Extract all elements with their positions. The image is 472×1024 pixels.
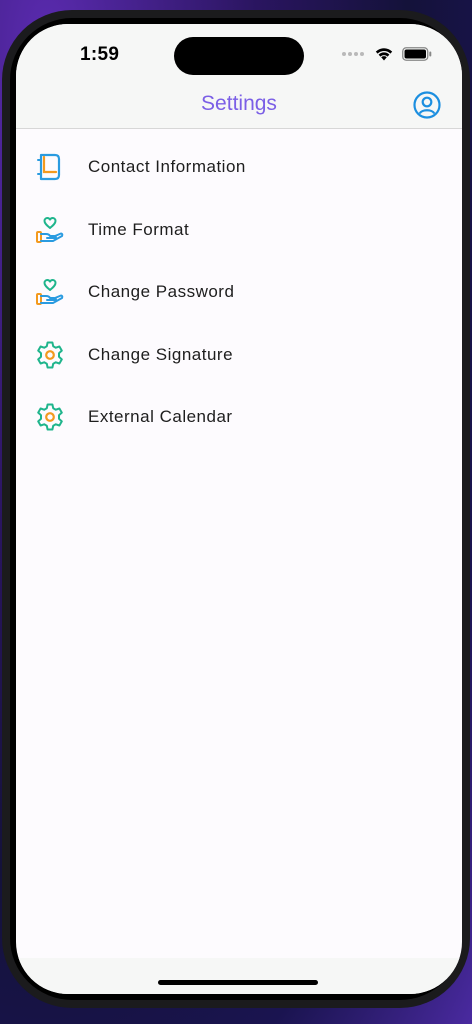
list-item-label: Change Password — [88, 282, 235, 302]
cellular-signal-icon — [342, 51, 364, 56]
gear-icon — [37, 403, 63, 431]
home-indicator[interactable] — [158, 980, 318, 985]
list-item-time-format[interactable]: Time Format — [16, 199, 462, 262]
page-title: Settings — [201, 92, 277, 115]
list-item-label: Time Format — [88, 219, 190, 239]
screen: 1:59 Settings Contact Information Time F… — [16, 24, 462, 994]
list-item-label: Change Signature — [88, 344, 234, 364]
wifi-icon — [375, 48, 393, 61]
list-item-change-password[interactable]: Change Password — [16, 261, 462, 324]
contact-book-icon — [37, 154, 61, 181]
profile-button[interactable] — [412, 90, 442, 120]
dynamic-island — [174, 37, 304, 75]
bottom-safe-area — [16, 958, 462, 994]
gear-icon — [37, 341, 63, 369]
list-item-external-calendar[interactable]: External Calendar — [16, 386, 462, 449]
battery-icon — [402, 46, 432, 61]
list-item-label: External Calendar — [88, 407, 233, 427]
heart-hand-icon — [36, 216, 64, 243]
status-time: 1:59 — [80, 44, 120, 65]
settings-list: Contact Information Time Format Change P… — [16, 136, 462, 449]
status-indicators — [342, 46, 432, 61]
list-item-label: Contact Information — [88, 157, 246, 177]
list-item-contact-information[interactable]: Contact Information — [16, 136, 462, 199]
navigation-bar: Settings — [16, 88, 462, 129]
status-bar: 1:59 — [16, 24, 462, 88]
list-item-change-signature[interactable]: Change Signature — [16, 324, 462, 387]
heart-hand-icon — [36, 279, 64, 306]
person-circle-icon — [413, 91, 441, 119]
